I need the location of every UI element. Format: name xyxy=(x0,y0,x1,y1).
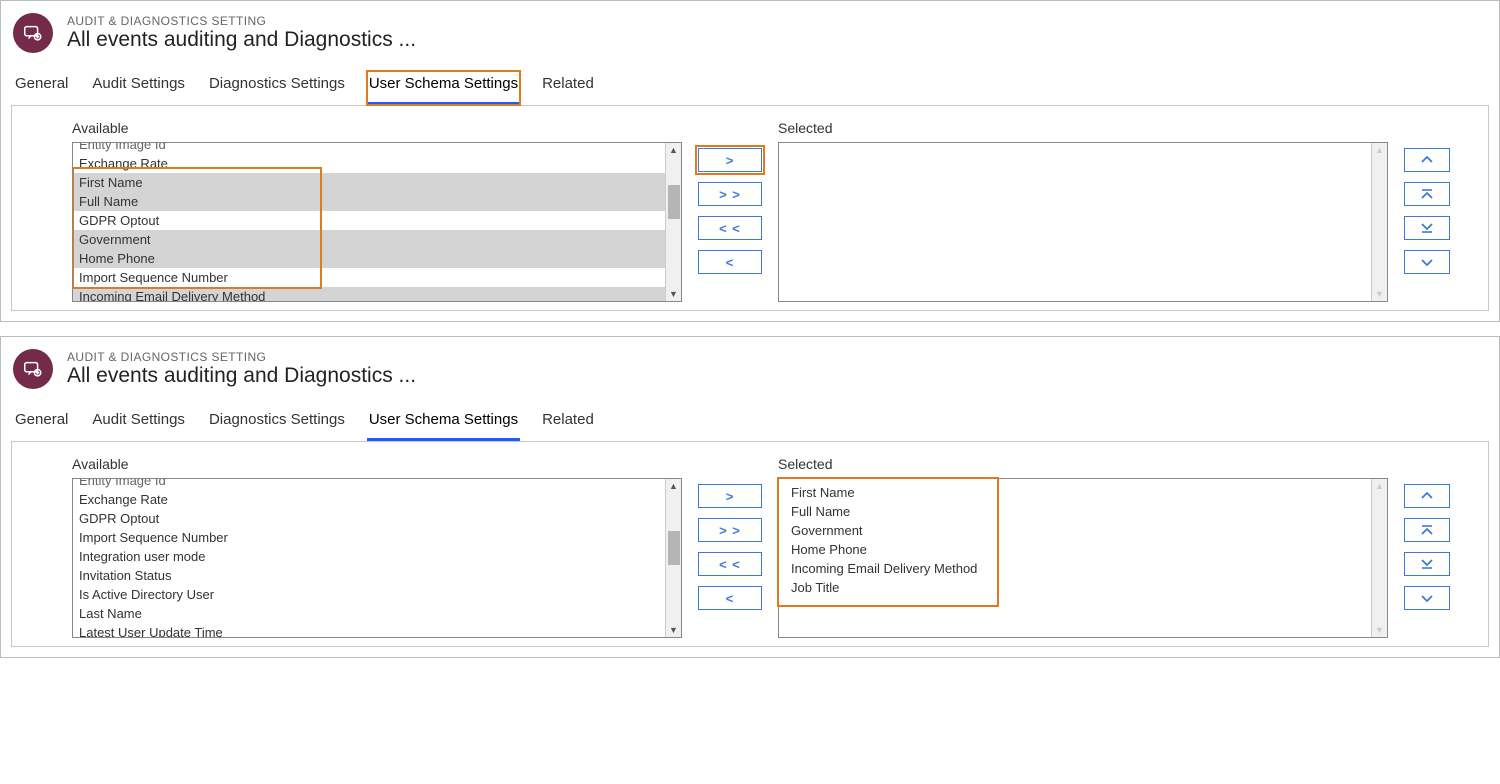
dual-list-area: Available Entity Image Id Exchange Rate … xyxy=(11,441,1489,647)
scrollbar-thumb[interactable] xyxy=(668,185,680,219)
page-title: All events auditing and Diagnostics ... xyxy=(67,28,416,52)
scrollbar[interactable]: ▲ ▼ xyxy=(665,143,681,301)
tab-general[interactable]: General xyxy=(13,71,70,105)
available-listbox[interactable]: Entity Image Id Exchange Rate First Name… xyxy=(72,142,682,302)
move-bottom-button[interactable] xyxy=(1404,216,1450,240)
scrollbar[interactable]: ▲ ▼ xyxy=(1371,479,1387,637)
available-listbox[interactable]: Entity Image Id Exchange Rate GDPR Optou… xyxy=(72,478,682,638)
scroll-up-icon[interactable]: ▲ xyxy=(1375,481,1384,491)
tab-related[interactable]: Related xyxy=(540,407,596,441)
tab-diagnostics-settings[interactable]: Diagnostics Settings xyxy=(207,71,347,105)
list-item[interactable]: Import Sequence Number xyxy=(73,528,681,547)
scroll-down-icon[interactable]: ▼ xyxy=(1375,289,1384,299)
selected-label: Selected xyxy=(778,120,1388,136)
tab-diagnostics-settings[interactable]: Diagnostics Settings xyxy=(207,407,347,441)
list-item[interactable]: Full Name xyxy=(785,502,1381,521)
tab-related[interactable]: Related xyxy=(540,71,596,105)
move-up-button[interactable] xyxy=(1404,484,1450,508)
scrollbar[interactable]: ▲ ▼ xyxy=(665,479,681,637)
move-all-right-button[interactable]: > > xyxy=(698,518,762,542)
move-down-button[interactable] xyxy=(1404,250,1450,274)
tab-general[interactable]: General xyxy=(13,407,70,441)
list-item[interactable]: Home Phone xyxy=(785,540,1381,559)
scroll-up-icon[interactable]: ▲ xyxy=(669,481,678,491)
header: AUDIT & DIAGNOSTICS SETTING All events a… xyxy=(1,1,1499,61)
list-item[interactable]: Exchange Rate xyxy=(73,490,681,509)
list-item[interactable]: First Name xyxy=(785,483,1381,502)
list-item[interactable]: Government xyxy=(785,521,1381,540)
move-left-button[interactable]: < xyxy=(698,586,762,610)
scroll-up-icon[interactable]: ▲ xyxy=(669,145,678,155)
entity-icon xyxy=(13,349,53,389)
tabs: General Audit Settings Diagnostics Setti… xyxy=(1,397,1499,441)
move-all-left-button[interactable]: < < xyxy=(698,216,762,240)
move-bottom-button[interactable] xyxy=(1404,552,1450,576)
available-label: Available xyxy=(72,456,682,472)
list-item[interactable]: Full Name xyxy=(73,192,681,211)
list-item[interactable]: Is Active Directory User xyxy=(73,585,681,604)
header-overline: AUDIT & DIAGNOSTICS SETTING xyxy=(67,350,416,364)
selected-listbox[interactable]: First Name Full Name Government Home Pho… xyxy=(778,478,1388,638)
selected-label: Selected xyxy=(778,456,1388,472)
scroll-down-icon[interactable]: ▼ xyxy=(1375,625,1384,635)
list-item[interactable]: First Name xyxy=(73,173,681,192)
chevron-up-icon xyxy=(1420,489,1434,503)
move-down-button[interactable] xyxy=(1404,586,1450,610)
scroll-down-icon[interactable]: ▼ xyxy=(669,625,678,635)
chevron-down-icon xyxy=(1420,591,1434,605)
move-all-left-button[interactable]: < < xyxy=(698,552,762,576)
list-item[interactable]: Job Title xyxy=(785,578,1381,597)
list-item[interactable]: Home Phone xyxy=(73,249,681,268)
move-right-button[interactable]: > xyxy=(698,484,762,508)
list-item[interactable]: Exchange Rate xyxy=(73,154,681,173)
chevron-down-icon xyxy=(1420,255,1434,269)
selected-listbox[interactable]: ▲ ▼ xyxy=(778,142,1388,302)
tab-audit-settings[interactable]: Audit Settings xyxy=(90,407,187,441)
entity-icon xyxy=(13,13,53,53)
page-title: All events auditing and Diagnostics ... xyxy=(67,364,416,388)
header-overline: AUDIT & DIAGNOSTICS SETTING xyxy=(67,14,416,28)
tab-user-schema-settings[interactable]: User Schema Settings xyxy=(367,71,520,105)
chevron-up-bar-icon xyxy=(1420,187,1434,201)
move-left-button[interactable]: < xyxy=(698,250,762,274)
list-item[interactable]: Entity Image Id xyxy=(73,143,681,154)
move-right-button[interactable]: > xyxy=(698,148,762,172)
available-label: Available xyxy=(72,120,682,136)
move-top-button[interactable] xyxy=(1404,182,1450,206)
list-item[interactable]: Government xyxy=(73,230,681,249)
list-item[interactable]: Entity Image Id xyxy=(73,479,681,490)
tabs: General Audit Settings Diagnostics Setti… xyxy=(1,61,1499,105)
move-all-right-button[interactable]: > > xyxy=(698,182,762,206)
list-item[interactable]: GDPR Optout xyxy=(73,509,681,528)
scroll-down-icon[interactable]: ▼ xyxy=(669,289,678,299)
chevron-down-bar-icon xyxy=(1420,557,1434,571)
list-item[interactable]: Incoming Email Delivery Method xyxy=(785,559,1381,578)
tab-audit-settings[interactable]: Audit Settings xyxy=(90,71,187,105)
header: AUDIT & DIAGNOSTICS SETTING All events a… xyxy=(1,337,1499,397)
list-item[interactable]: Import Sequence Number xyxy=(73,268,681,287)
move-top-button[interactable] xyxy=(1404,518,1450,542)
panel-after: AUDIT & DIAGNOSTICS SETTING All events a… xyxy=(0,336,1500,658)
list-item[interactable]: Invitation Status xyxy=(73,566,681,585)
tab-user-schema-settings[interactable]: User Schema Settings xyxy=(367,407,520,441)
scrollbar[interactable]: ▲ ▼ xyxy=(1371,143,1387,301)
list-item[interactable]: Last Name xyxy=(73,604,681,623)
panel-before: AUDIT & DIAGNOSTICS SETTING All events a… xyxy=(0,0,1500,322)
list-item[interactable]: GDPR Optout xyxy=(73,211,681,230)
scrollbar-thumb[interactable] xyxy=(668,531,680,565)
chevron-up-icon xyxy=(1420,153,1434,167)
move-up-button[interactable] xyxy=(1404,148,1450,172)
list-item[interactable]: Integration user mode xyxy=(73,547,681,566)
dual-list-area: Available Entity Image Id Exchange Rate … xyxy=(11,105,1489,311)
scroll-up-icon[interactable]: ▲ xyxy=(1375,145,1384,155)
chevron-up-bar-icon xyxy=(1420,523,1434,537)
list-item[interactable]: Incoming Email Delivery Method xyxy=(73,287,681,301)
chevron-down-bar-icon xyxy=(1420,221,1434,235)
list-item[interactable]: Latest User Update Time xyxy=(73,623,681,637)
